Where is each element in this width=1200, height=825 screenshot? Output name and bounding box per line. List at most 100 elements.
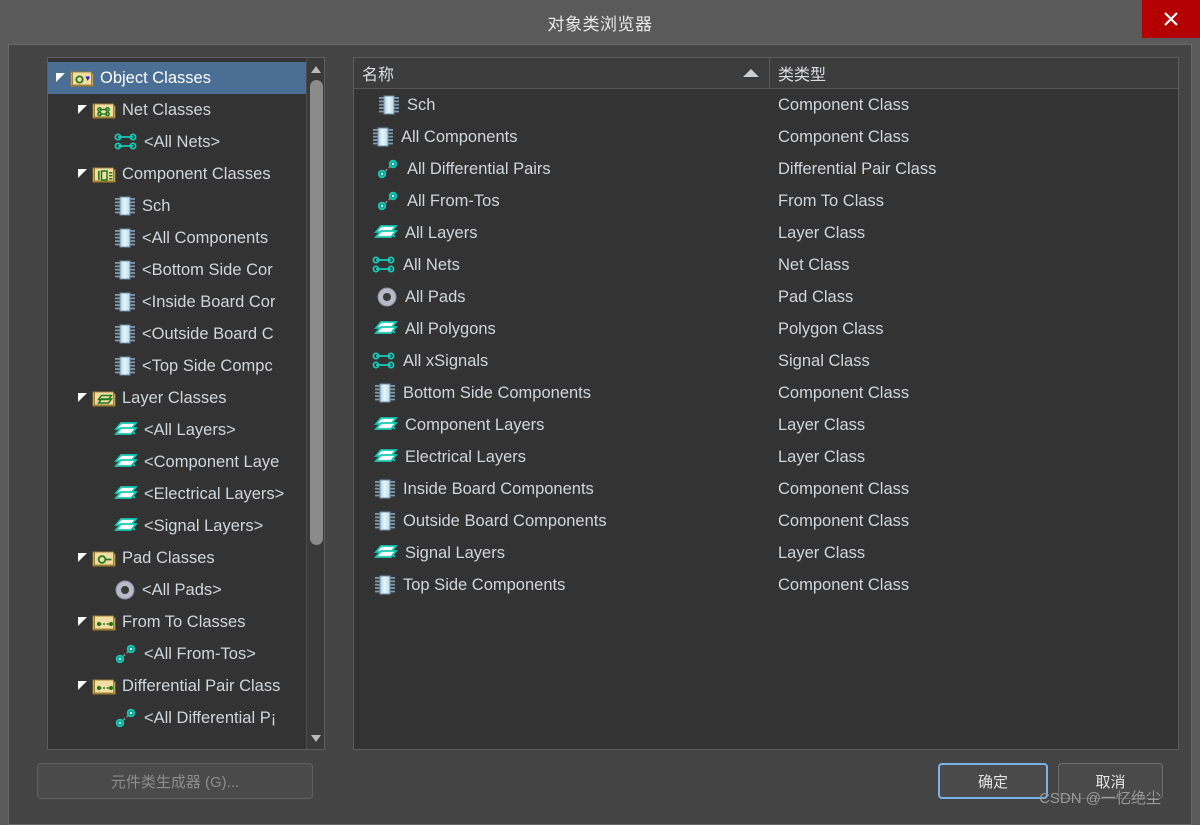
component-icon [114, 195, 136, 217]
expand-twisty-icon[interactable] [76, 551, 90, 565]
tree-item[interactable]: Pad Classes [48, 542, 306, 574]
scroll-down-icon[interactable] [307, 729, 324, 747]
tree-item[interactable]: <Inside Board Cor [48, 286, 306, 318]
cell-class-type: Layer Class [778, 543, 866, 562]
table-row[interactable]: All Polygons Polygon Class [354, 313, 1178, 345]
table-row[interactable]: Top Side Components Component Class [354, 569, 1178, 601]
tree-item[interactable]: <All Pads> [48, 574, 306, 606]
tree-item[interactable]: Object Classes [48, 62, 306, 94]
cell-class-type: Pad Class [778, 287, 854, 306]
expand-twisty-icon[interactable] [76, 615, 90, 629]
tree-item[interactable]: Component Classes [48, 158, 306, 190]
table-row[interactable]: All xSignals Signal Class [354, 345, 1178, 377]
tree-scrollbar-thumb[interactable] [310, 80, 323, 545]
tree-item[interactable]: Layer Classes [48, 382, 306, 414]
expand-twisty-icon[interactable] [76, 167, 90, 181]
expand-twisty-icon[interactable] [76, 103, 90, 117]
tree-item[interactable]: Differential Pair Class [48, 670, 306, 702]
table-row[interactable]: Bottom Side Components Component Class [354, 377, 1178, 409]
tree-item[interactable]: <Signal Layers> [48, 510, 306, 542]
cell-class-type: Layer Class [778, 223, 866, 242]
table-row[interactable]: Outside Board Components Component Class [354, 505, 1178, 537]
expand-twisty-icon[interactable] [54, 71, 68, 85]
column-header-name[interactable]: 名称 [354, 58, 770, 88]
component-icon [114, 323, 136, 345]
tree-item[interactable]: <Outside Board C [48, 318, 306, 350]
column-header-name-label: 名称 [362, 67, 395, 84]
tree-item-label: Object Classes [100, 68, 211, 87]
cell-name: Bottom Side Components [354, 382, 770, 404]
folder-layer-icon [92, 388, 116, 408]
table-row[interactable]: All Layers Layer Class [354, 217, 1178, 249]
table-row[interactable]: Component Layers Layer Class [354, 409, 1178, 441]
ok-button[interactable]: 确定 [938, 763, 1048, 799]
close-button[interactable] [1142, 0, 1200, 38]
object-class-browser-dialog: 对象类浏览器 Object Classes Net Classes <All Net… [0, 0, 1200, 825]
tree-item[interactable]: <All Nets> [48, 126, 306, 158]
table-row[interactable]: Inside Board Components Component Class [354, 473, 1178, 505]
cell-class-type: Component Class [778, 383, 910, 402]
class-name-label: Sch [407, 95, 436, 114]
tree-item-label: <All Pads> [142, 580, 222, 599]
class-name-label: All From-Tos [407, 191, 500, 210]
scroll-up-icon[interactable] [307, 60, 324, 78]
column-header-type[interactable]: 类类型 [770, 58, 1178, 88]
expand-twisty-icon[interactable] [76, 391, 90, 405]
cell-class-type: Differential Pair Class [778, 159, 937, 178]
layer-icon [114, 421, 138, 439]
tree-item[interactable]: <All From-Tos> [48, 638, 306, 670]
tree-item[interactable]: <Top Side Compc [48, 350, 306, 382]
component-icon [374, 478, 396, 500]
layer-icon [374, 224, 398, 242]
tree-item[interactable]: <All Differential P¡ [48, 702, 306, 734]
tree-item-label: Differential Pair Class [122, 676, 281, 695]
tree-item-label: <Bottom Side Cor [142, 260, 273, 279]
cell-name: All xSignals [354, 350, 770, 372]
component-class-generator-button[interactable]: 元件类生成器 (G)... [37, 763, 313, 799]
tree-item[interactable]: <Electrical Layers> [48, 478, 306, 510]
tree-item-label: Pad Classes [122, 548, 215, 567]
diffpair-icon [376, 158, 400, 180]
tree-item[interactable]: <All Components [48, 222, 306, 254]
tree-scrollbar[interactable] [306, 58, 324, 749]
cell-class-type: Component Class [778, 479, 910, 498]
tree-item[interactable]: From To Classes [48, 606, 306, 638]
tree-item[interactable]: <Component Laye [48, 446, 306, 478]
table-row[interactable]: Signal Layers Layer Class [354, 537, 1178, 569]
tree-item[interactable]: <All Layers> [48, 414, 306, 446]
table-row[interactable]: All Differential Pairs Differential Pair … [354, 153, 1178, 185]
class-tree-list: Object Classes Net Classes <All Nets> Compo… [48, 58, 306, 749]
table-row[interactable]: Electrical Layers Layer Class [354, 441, 1178, 473]
class-name-label: All Nets [403, 255, 460, 274]
tree-item[interactable]: <Bottom Side Cor [48, 254, 306, 286]
tree-item[interactable]: Net Classes [48, 94, 306, 126]
cell-class-type: Net Class [778, 255, 850, 274]
table-row[interactable]: All Nets Net Class [354, 249, 1178, 281]
table-row[interactable]: All From-Tos From To Class [354, 185, 1178, 217]
table-row[interactable]: Sch Component Class [354, 89, 1178, 121]
sort-ascending-icon [743, 69, 759, 77]
class-list-panel[interactable]: 名称 类类型 Sch Component Class All Components C… [353, 57, 1179, 750]
tree-item[interactable]: Sch [48, 190, 306, 222]
cell-name: Outside Board Components [354, 510, 770, 532]
class-name-label: Inside Board Components [403, 479, 594, 498]
tree-item-label: <Component Laye [144, 452, 280, 471]
layer-icon [114, 453, 138, 471]
expand-twisty-icon[interactable] [76, 679, 90, 693]
tree-item-label: <All Differential P¡ [144, 708, 277, 727]
cell-name: Electrical Layers [354, 448, 770, 467]
tree-item-label: From To Classes [122, 612, 246, 631]
table-row[interactable]: All Components Component Class [354, 121, 1178, 153]
class-tree-panel[interactable]: Object Classes Net Classes <All Nets> Compo… [47, 57, 325, 750]
cancel-button[interactable]: 取消 [1058, 763, 1163, 799]
net-icon [372, 350, 396, 372]
class-name-label: Outside Board Components [403, 511, 607, 530]
layer-icon [374, 544, 398, 562]
table-row[interactable]: All Pads Pad Class [354, 281, 1178, 313]
cell-name: Signal Layers [354, 544, 770, 563]
